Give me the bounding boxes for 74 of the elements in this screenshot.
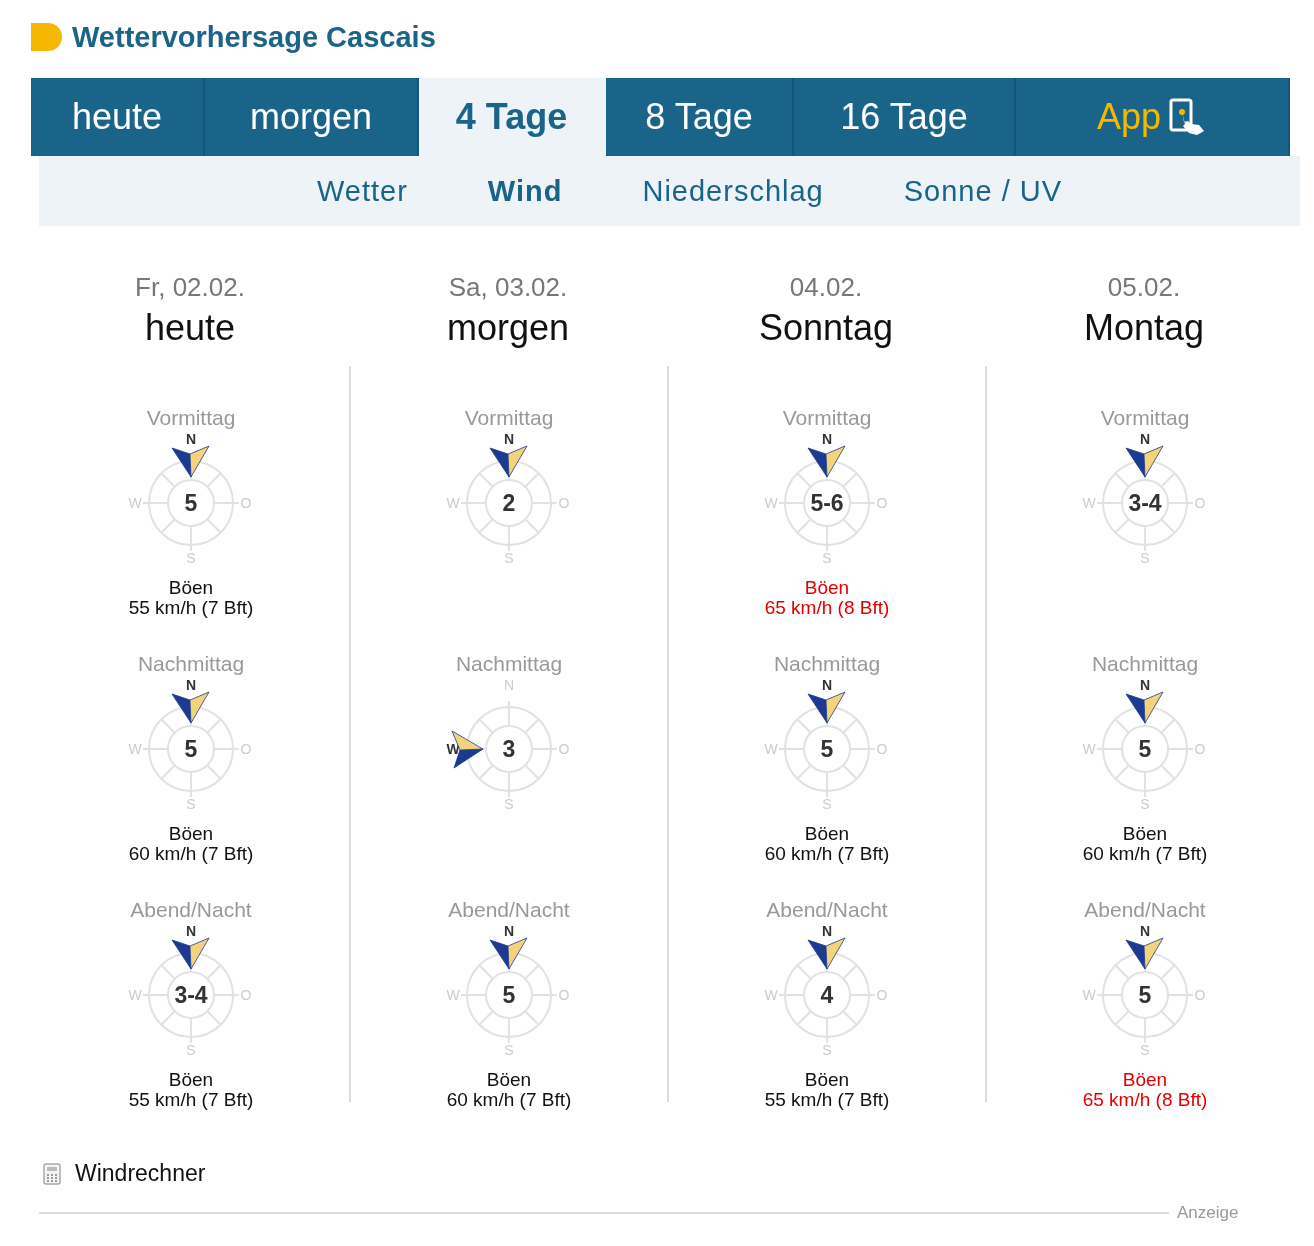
wind-arrow-icon	[1125, 691, 1164, 724]
wind-arrow-icon	[489, 937, 528, 970]
period-label: Nachmittag	[137, 652, 245, 674]
gust-text: Böen 65 km/h (8 Bft)	[764, 578, 890, 618]
period-label: Vormittag	[782, 406, 872, 428]
compass-letter: N	[1139, 923, 1151, 939]
gust-text: Böen 60 km/h (7 Bft)	[446, 1070, 572, 1110]
wind-arrow-icon	[807, 937, 846, 970]
wind-force: 5	[502, 982, 516, 1008]
title-marker-icon	[31, 23, 62, 51]
period-label: Nachmittag	[1091, 652, 1199, 674]
wind-force: 2	[502, 490, 516, 516]
period-label: Abend/Nacht	[448, 898, 570, 920]
wind-arrow-icon	[171, 691, 210, 724]
wind-arrow-icon	[807, 445, 846, 478]
period-label: Nachmittag	[455, 652, 563, 674]
compass-letter: N	[185, 431, 197, 447]
compass-letter: N	[821, 677, 833, 693]
wind-arrow-icon	[171, 937, 210, 970]
gust-text: Böen 55 km/h (7 Bft)	[764, 1070, 890, 1110]
period-label: Abend/Nacht	[766, 898, 888, 920]
period-label: Abend/Nacht	[1084, 898, 1206, 920]
gust-text: Böen 60 km/h (7 Bft)	[128, 824, 254, 864]
period-label: Abend/Nacht	[130, 898, 252, 920]
period-label: Vormittag	[1100, 406, 1190, 428]
compass-letter: N	[503, 923, 515, 939]
wind-arrow-icon	[1125, 937, 1164, 970]
compass-letter: N	[821, 431, 833, 447]
day-date: 04.02.	[789, 272, 863, 303]
day-date: Fr, 02.02.	[135, 272, 245, 303]
compass-letter: N	[185, 923, 197, 939]
view-tab[interactable]: Wind	[447, 174, 603, 208]
gust-text: Böen 60 km/h (7 Bft)	[764, 824, 890, 864]
wind-force: 3-4	[174, 982, 208, 1008]
day-date: 05.02.	[1107, 272, 1181, 303]
ad-label: Anzeige	[1177, 1203, 1239, 1223]
wind-force: 5	[184, 736, 198, 762]
day-date: Sa, 03.02.	[448, 272, 568, 303]
period-tab[interactable]: 4 Tage	[419, 78, 606, 156]
compass-letter: N	[503, 431, 515, 447]
compass-letter: W	[446, 741, 460, 757]
compass-letter: N	[821, 923, 833, 939]
day-name: morgen	[446, 307, 570, 349]
wind-arrow-icon	[1125, 445, 1164, 478]
gust-text: Böen 65 km/h (8 Bft)	[1082, 1070, 1208, 1110]
period-label: Nachmittag	[773, 652, 881, 674]
view-tab[interactable]: Sonne / UV	[863, 174, 1103, 208]
wind-force: 5	[820, 736, 834, 762]
view-tab[interactable]: Niederschlag	[602, 174, 864, 208]
period-label: Vormittag	[146, 406, 236, 428]
calculator-icon	[43, 1162, 61, 1185]
period-label: Vormittag	[464, 406, 554, 428]
day-name: Sonntag	[758, 307, 894, 349]
wind-force: 5	[184, 490, 198, 516]
page-title: Wettervorhersage Cascais	[72, 20, 436, 54]
compass-letter: N	[185, 677, 197, 693]
view-tab[interactable]: Wetter	[276, 174, 448, 208]
day-name: Montag	[1083, 307, 1205, 349]
wind-force: 3	[502, 736, 516, 762]
wind-force: 3-4	[1128, 490, 1162, 516]
wind-force: 5	[1138, 736, 1152, 762]
wind-calculator-link[interactable]: Windrechner	[75, 1160, 206, 1187]
day-name: heute	[144, 307, 236, 349]
wind-force: 5-6	[810, 490, 844, 516]
compass-letter: N	[1139, 677, 1151, 693]
wind-force: 5	[1138, 982, 1152, 1008]
wind-arrow-icon	[489, 445, 528, 478]
wind-force: 4	[820, 982, 834, 1008]
wind-arrow-icon	[807, 691, 846, 724]
wind-arrow-icon	[171, 445, 210, 478]
gust-text: Böen 55 km/h (7 Bft)	[128, 1070, 254, 1110]
compass-letter: N	[1139, 431, 1151, 447]
gust-text: Böen 60 km/h (7 Bft)	[1082, 824, 1208, 864]
gust-text: Böen 55 km/h (7 Bft)	[128, 578, 254, 618]
